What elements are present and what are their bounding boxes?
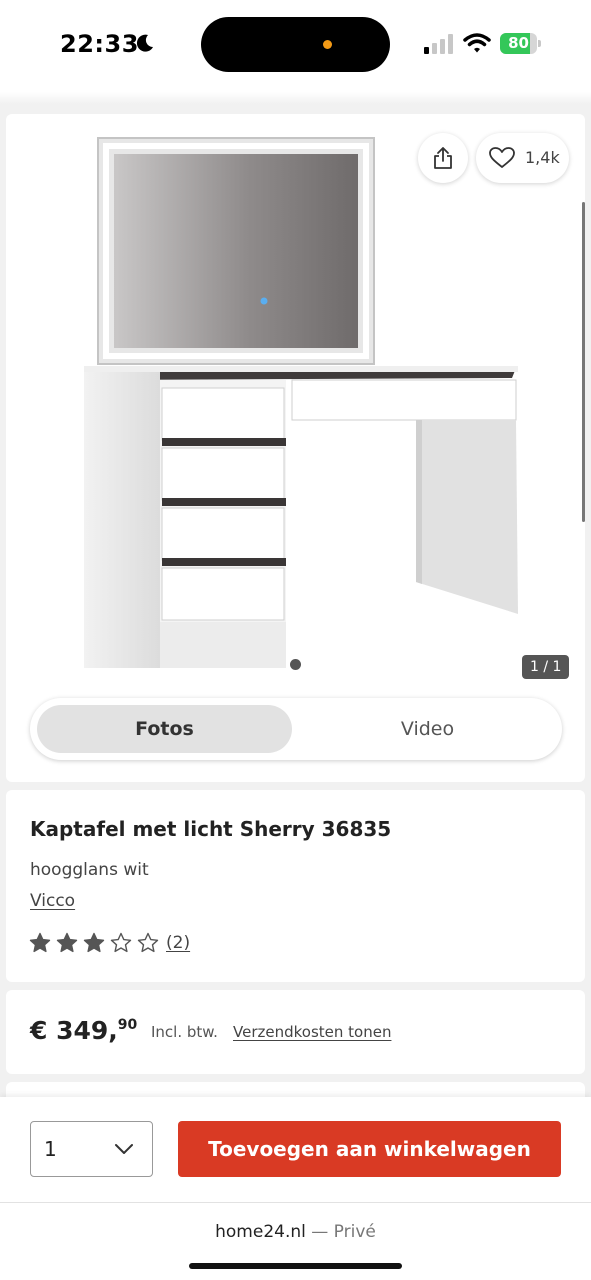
battery-cap — [538, 40, 541, 47]
status-bar: 22:33 80 — [0, 0, 591, 92]
clock: 22:33 — [60, 30, 139, 58]
wifi-icon — [463, 33, 491, 53]
price-main: € 349, — [30, 1016, 118, 1045]
product-variant: hoogglans wit — [30, 860, 149, 880]
tab-photos[interactable]: Fotos — [37, 705, 292, 753]
quantity-select[interactable]: 1 — [30, 1121, 153, 1177]
share-icon — [434, 147, 452, 169]
star-filled-icon — [83, 932, 105, 954]
brand-link[interactable]: Vicco — [30, 891, 75, 911]
product-info: Kaptafel met licht Sherry 36835 hoogglan… — [6, 790, 585, 982]
battery-icon: 80 — [500, 33, 542, 54]
add-to-cart-button[interactable]: Toevoegen aan winkelwagen — [178, 1121, 561, 1177]
browser-url-bar[interactable]: home24.nl — Privé — [0, 1202, 591, 1280]
media-tabs: Fotos Video — [30, 698, 562, 760]
battery-percentage: 80 — [508, 34, 529, 52]
price: € 349,90 — [30, 1016, 137, 1045]
image-counter: 1 / 1 — [522, 655, 570, 679]
image-scrollbar[interactable] — [582, 202, 585, 522]
battery-body: 80 — [500, 33, 537, 54]
star-filled-icon — [56, 932, 78, 954]
review-count-link[interactable]: (2) — [166, 933, 190, 953]
add-to-cart-bar: 1 Toevoegen aan winkelwagen — [0, 1097, 591, 1202]
rating-stars[interactable] — [29, 932, 164, 954]
chevron-down-icon — [115, 1144, 133, 1154]
star-empty-icon — [110, 932, 132, 954]
home-indicator[interactable] — [189, 1263, 402, 1269]
moon-icon — [136, 34, 153, 52]
carousel-dot[interactable] — [290, 659, 301, 670]
url-text[interactable]: home24.nl — Privé — [0, 1222, 591, 1242]
like-count: 1,4k — [525, 148, 560, 167]
vat-note: Incl. btw. — [151, 1023, 218, 1041]
product-image[interactable] — [76, 134, 526, 674]
private-label: — Privé — [305, 1222, 376, 1242]
quantity-value: 1 — [44, 1137, 57, 1161]
star-empty-icon — [137, 932, 159, 954]
shipping-costs-link[interactable]: Verzendkosten tonen — [233, 1023, 391, 1041]
url-domain: home24.nl — [215, 1222, 306, 1242]
privacy-indicator-dot — [323, 40, 332, 49]
header-divider — [0, 92, 591, 104]
product-gallery: 1,4k 1 / 1 Fotos Video — [6, 114, 585, 782]
product-title: Kaptafel met licht Sherry 36835 — [30, 817, 392, 841]
dynamic-island — [201, 17, 390, 72]
tab-video[interactable]: Video — [300, 705, 555, 753]
price-cents: 90 — [117, 1017, 138, 1033]
price-section: € 349,90 Incl. btw. Verzendkosten tonen — [6, 990, 585, 1074]
share-button[interactable] — [418, 133, 468, 183]
heart-icon — [489, 147, 515, 168]
wishlist-button[interactable]: 1,4k — [476, 133, 569, 183]
signal-icon — [424, 34, 453, 54]
star-filled-icon — [29, 932, 51, 954]
